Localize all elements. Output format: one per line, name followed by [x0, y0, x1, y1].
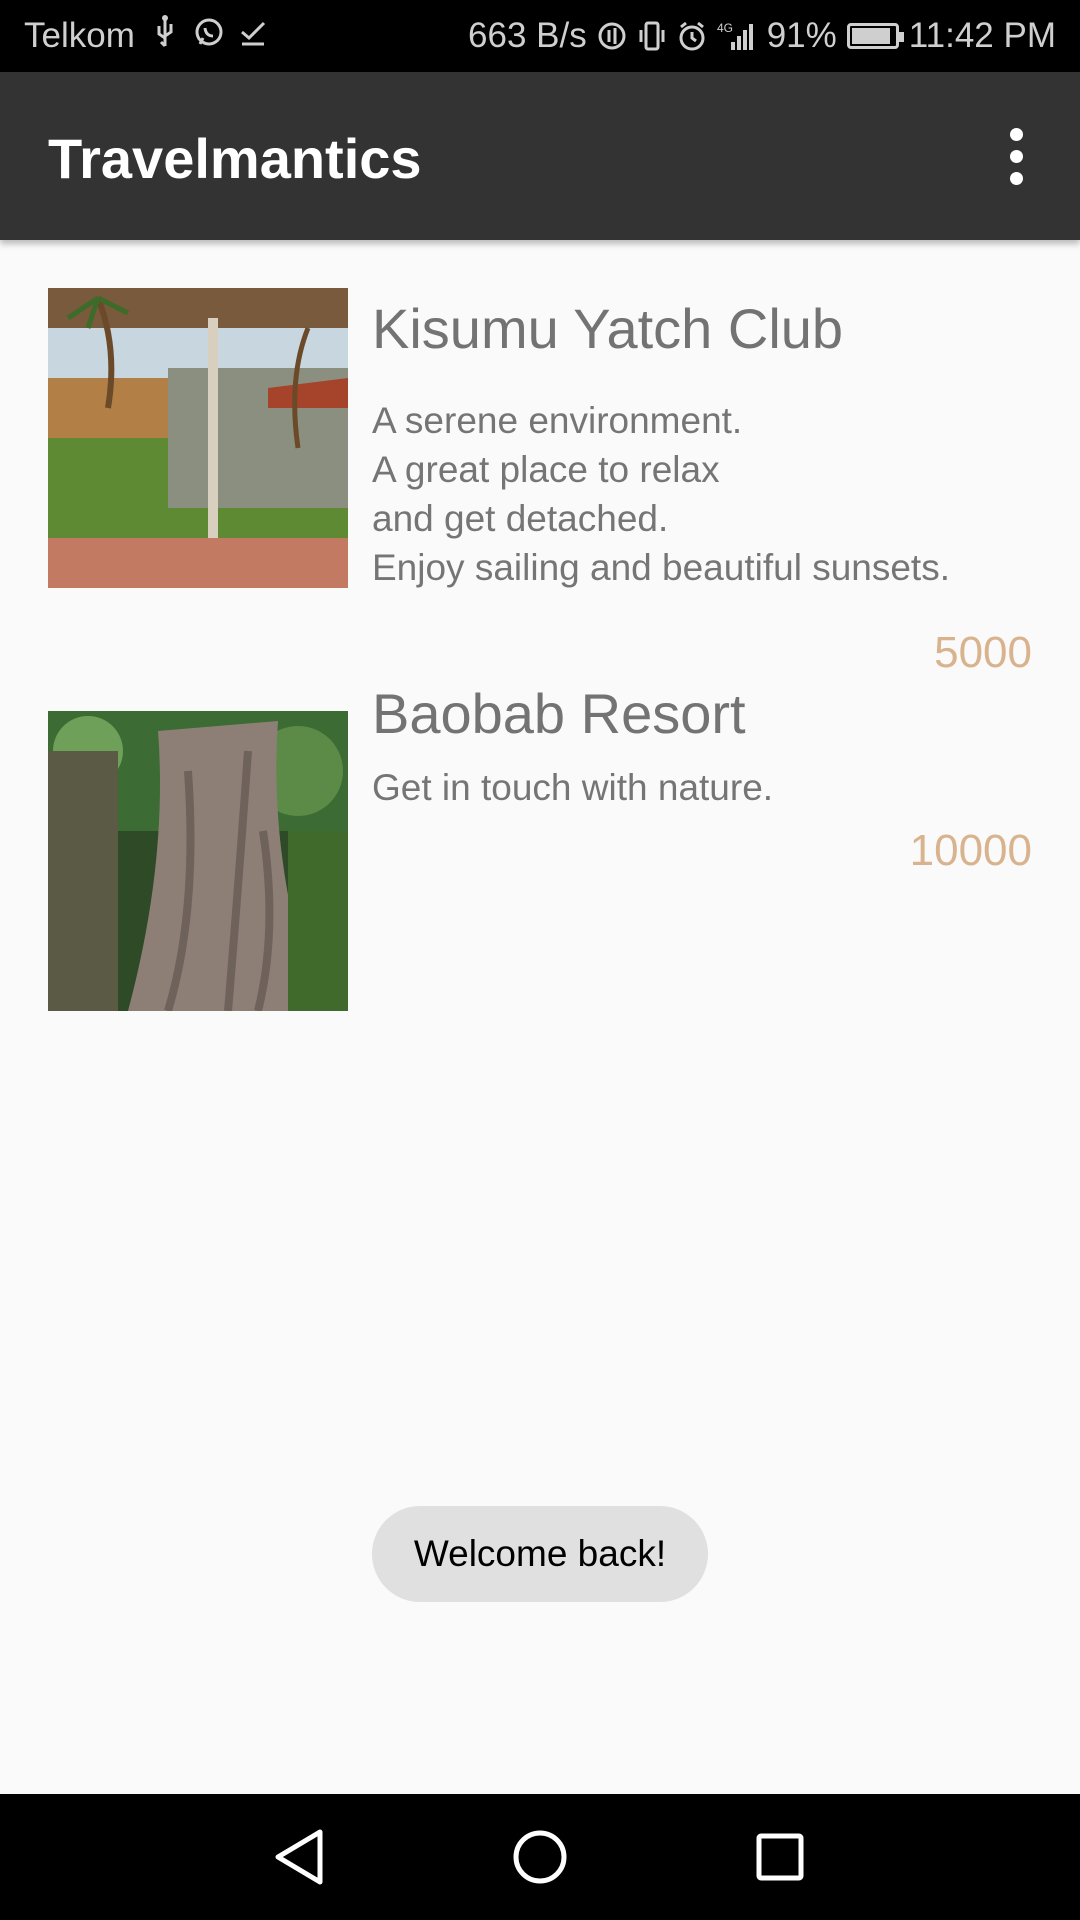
deal-description: A serene environment. A great place to r… — [372, 400, 950, 588]
deal-description: Get in touch with nature. — [372, 767, 774, 808]
app-title: Travelmantics — [48, 127, 422, 190]
status-bar: Telkom 663 B/s 4G 91% 11:42 PM — [0, 0, 1080, 72]
system-status: 663 B/s 4G 91% 11:42 PM — [468, 16, 1056, 56]
deal-title: Baobab Resort — [372, 682, 746, 745]
vibrate-icon — [639, 21, 665, 51]
deal-price: 10000 — [909, 826, 1032, 875]
navigation-bar — [0, 1794, 1080, 1920]
svg-text:4G: 4G — [717, 21, 733, 35]
clock: 11:42 PM — [908, 16, 1056, 55]
battery-icon — [846, 23, 904, 49]
notification-icons — [150, 14, 268, 50]
deal-image — [48, 711, 348, 1011]
more-vert-icon[interactable] — [976, 112, 1056, 200]
recents-square-icon[interactable] — [740, 1824, 820, 1890]
download-done-icon — [241, 21, 266, 46]
toast-message: Welcome back! — [372, 1506, 708, 1602]
battery-percent: 91% — [766, 16, 837, 55]
usb-icon — [157, 15, 173, 48]
network-speed: 663 B/s — [468, 16, 587, 55]
home-circle-icon[interactable] — [500, 1824, 580, 1890]
carrier-name: Telkom — [24, 16, 135, 55]
back-triangle-icon[interactable] — [260, 1824, 340, 1890]
deal-list: Kisumu Yatch Club A serene environment. … — [0, 240, 1080, 1063]
data-saver-icon — [598, 22, 626, 50]
list-item[interactable]: Kisumu Yatch Club A serene environment. … — [0, 240, 1080, 677]
deal-image — [48, 288, 348, 588]
app-bar: Travelmantics — [0, 72, 1080, 240]
list-item[interactable]: Baobab Resort Get in touch with nature. … — [0, 663, 1080, 1063]
alarm-icon — [679, 21, 705, 51]
deal-title: Kisumu Yatch Club — [372, 297, 844, 360]
whatsapp-icon — [195, 18, 223, 46]
signal-4g-icon: 4G — [717, 21, 753, 50]
